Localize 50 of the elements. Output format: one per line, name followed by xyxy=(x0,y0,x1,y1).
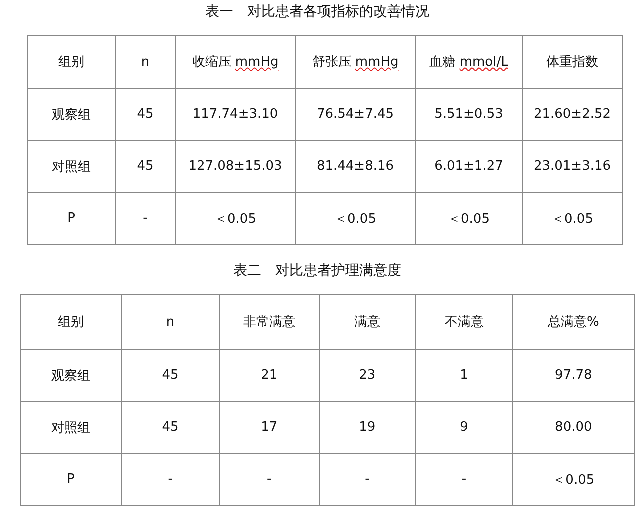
table-title: 表一 对比患者各项指标的改善情况 xyxy=(204,3,430,22)
header-cell: 组别 xyxy=(28,36,116,88)
table-cell: 23.01±3.16 xyxy=(522,140,622,192)
table-cell: 45 xyxy=(121,402,220,454)
table-cell: 观察组 xyxy=(20,350,122,402)
table-cell: 9 xyxy=(416,402,513,454)
table-cell: 5.51±0.53 xyxy=(416,88,522,140)
table-cell: 1 xyxy=(416,350,513,402)
table-cell: 45 xyxy=(121,350,220,402)
table-cell: ＜0.05 xyxy=(522,192,622,244)
table-cell: 80.00 xyxy=(512,402,634,454)
table-title: 表二 对比患者护理满意度 xyxy=(232,262,402,281)
table-cell: - xyxy=(416,454,513,506)
table-cell: 127.08±15.03 xyxy=(176,140,296,192)
table-cell: ＜0.05 xyxy=(296,192,416,244)
table-cell: 对照组 xyxy=(28,140,116,192)
table-cell: 6.01±1.27 xyxy=(416,140,522,192)
table-cell: 45 xyxy=(116,140,176,192)
table-cell: P xyxy=(28,192,116,244)
table-cell: ＜0.05 xyxy=(176,192,296,244)
header-cell: 满意 xyxy=(319,294,416,350)
header-cell: 血糖 mmol/L xyxy=(416,36,522,88)
header-cell: 组别 xyxy=(20,294,122,350)
header-cell: 舒张压 mmHg xyxy=(296,36,416,88)
table-cell: P xyxy=(20,454,122,506)
header-cell: 总满意% xyxy=(512,294,634,350)
table-cell: 对照组 xyxy=(20,402,122,454)
table-cell: 21.60±2.52 xyxy=(522,88,622,140)
table-cell: 23 xyxy=(319,350,416,402)
header-cell: n xyxy=(121,294,220,350)
header-cell: 体重指数 xyxy=(522,36,622,88)
table-cell: - xyxy=(116,192,176,244)
table-cell: - xyxy=(121,454,220,506)
table-cell: 76.54±7.45 xyxy=(296,88,416,140)
table-cell: 81.44±8.16 xyxy=(296,140,416,192)
header-cell: 不满意 xyxy=(416,294,513,350)
table-cell: - xyxy=(319,454,416,506)
table-cell: ＜0.05 xyxy=(416,192,522,244)
header-cell: 非常满意 xyxy=(220,294,320,350)
table-cell: - xyxy=(220,454,320,506)
table-cell: 97.78 xyxy=(512,350,634,402)
table-cell: 17 xyxy=(220,402,320,454)
table-cell: ＜0.05 xyxy=(512,454,634,506)
table-cell: 19 xyxy=(319,402,416,454)
header-cell: n xyxy=(116,36,176,88)
table-cell: 观察组 xyxy=(28,88,116,140)
table-cell: 117.74±3.10 xyxy=(176,88,296,140)
table-cell: 45 xyxy=(116,88,176,140)
header-cell: 收缩压 mmHg xyxy=(176,36,296,88)
table-cell: 21 xyxy=(220,350,320,402)
